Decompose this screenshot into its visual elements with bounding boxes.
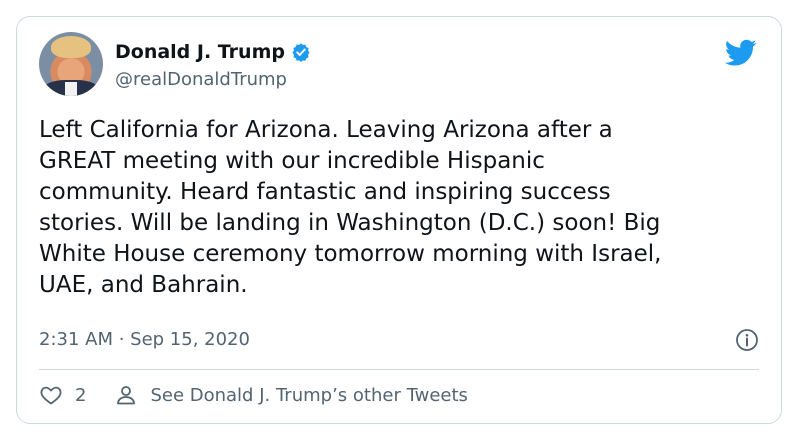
avatar-shirt xyxy=(65,82,77,96)
tweet-card: Donald J. Trump @realDonaldTrump Left Ca… xyxy=(16,16,782,424)
avatar-hair xyxy=(51,36,91,58)
author-handle[interactable]: @realDonaldTrump xyxy=(115,69,287,90)
avatar[interactable] xyxy=(39,32,103,96)
divider xyxy=(39,369,759,370)
tweet-actions: 2 See Donald J. Trump’s other Tweets xyxy=(39,383,468,407)
person-icon xyxy=(117,386,136,405)
info-icon[interactable] xyxy=(735,328,759,352)
author-name[interactable]: Donald J. Trump xyxy=(115,41,285,63)
verified-badge-icon xyxy=(292,43,310,62)
tweet-timestamp[interactable]: 2:31 AM · Sep 15, 2020 xyxy=(39,329,250,350)
see-other-tweets-label[interactable]: See Donald J. Trump’s other Tweets xyxy=(150,385,467,406)
like-count: 2 xyxy=(75,384,87,406)
see-other-tweets-link[interactable]: See Donald J. Trump’s other Tweets xyxy=(114,383,468,407)
author-name-row[interactable]: Donald J. Trump xyxy=(115,41,311,63)
tweet-text: Left California for Arizona. Leaving Ari… xyxy=(39,117,662,298)
heart-icon[interactable] xyxy=(39,383,63,407)
twitter-bird-icon[interactable] xyxy=(725,39,757,67)
like-button[interactable]: 2 xyxy=(39,383,86,407)
